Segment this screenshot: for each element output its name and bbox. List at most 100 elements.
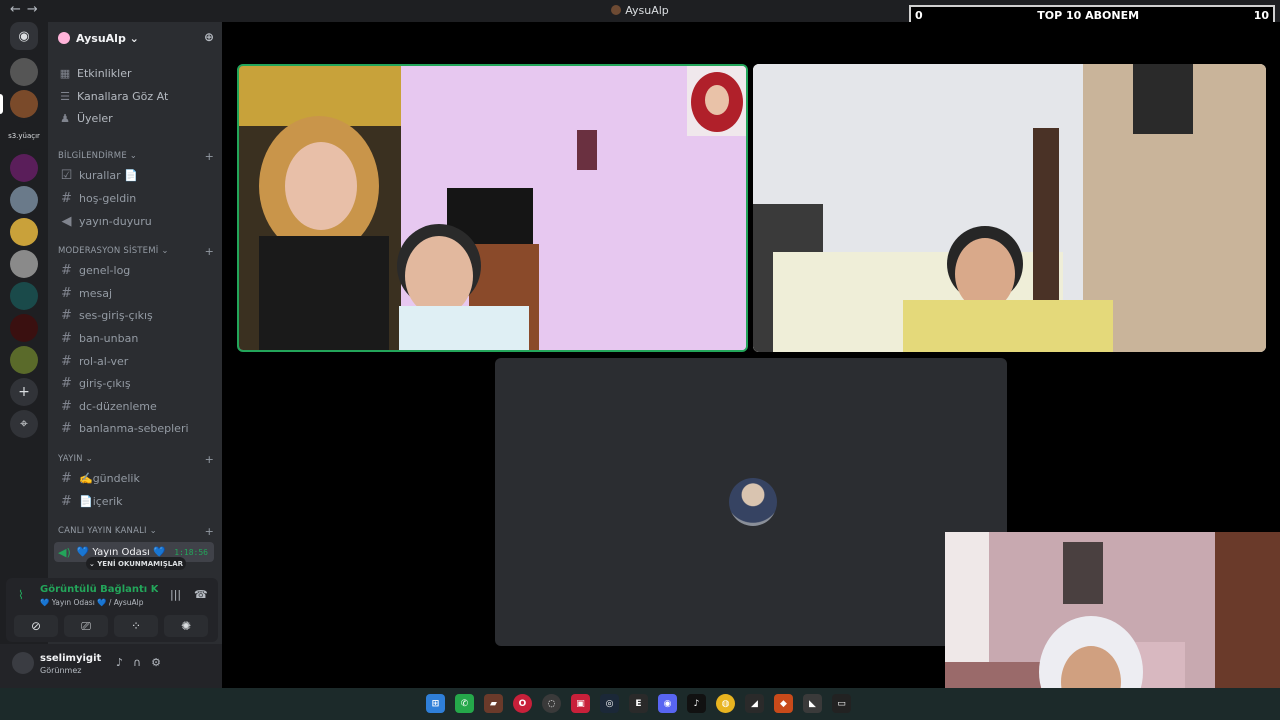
video-tile-avatar-only[interactable] xyxy=(495,358,1007,646)
counter-left-value: 0 xyxy=(915,8,923,22)
screen-share-icon: ⎚ xyxy=(81,618,91,633)
channel-icerik[interactable]: # 📄içerik xyxy=(56,491,214,511)
window-title: AysuAlp xyxy=(625,4,669,17)
disconnect-icon[interactable]: ☎ xyxy=(194,588,208,601)
start-icon[interactable]: ⊞ xyxy=(426,694,445,713)
channel-label: yayın-duyuru xyxy=(79,214,152,228)
steam-icon[interactable]: ◎ xyxy=(600,694,619,713)
channel-label: ban-unban xyxy=(79,331,139,345)
channel-label: banlanma-sebepleri xyxy=(79,421,189,435)
speaker-icon: ◀) xyxy=(58,545,71,559)
discord-icon[interactable]: ◉ xyxy=(658,694,677,713)
channel-label: mesaj xyxy=(79,286,113,300)
create-channel-icon[interactable]: + xyxy=(205,245,214,258)
discord-window: ←→ AysuAlp ▭?—☐✕ 0 TOP 10 ABONEM 10 ◉ s3… xyxy=(0,0,1280,720)
channel-mesaj[interactable]: # mesaj xyxy=(56,283,214,303)
soundboard-icon: ✺ xyxy=(180,619,192,633)
app-icon[interactable]: ▰ xyxy=(484,694,503,713)
new-unread-pill[interactable]: ⌄ YENİ OKUNMAMIŞLAR xyxy=(86,557,186,570)
voice-status[interactable]: Görüntülü Bağlantı Kuruldu xyxy=(40,584,158,595)
camera-off-button[interactable]: ⊘ xyxy=(14,615,58,637)
signal-icon[interactable]: ⌇ xyxy=(18,588,24,602)
channel-label: genel-log xyxy=(79,263,131,277)
server-avatar[interactable] xyxy=(10,282,38,310)
channel-label: kurallar 📄 xyxy=(79,168,138,182)
category-moderasyon[interactable]: MODERASYON SİSTEMİ ⌄ + xyxy=(58,244,214,258)
tiktok-icon[interactable]: ♪ xyxy=(687,694,706,713)
participant-avatar xyxy=(729,478,777,526)
nav-events[interactable]: ▦ Etkinlikler xyxy=(58,63,132,83)
app-icon[interactable]: ▣ xyxy=(571,694,590,713)
hash-icon: # xyxy=(61,470,72,486)
create-channel-icon[interactable]: + xyxy=(205,453,214,466)
add-server-icon[interactable]: + xyxy=(10,378,38,406)
invite-people-icon[interactable]: ⊕ xyxy=(204,30,214,44)
server-avatar[interactable] xyxy=(10,58,38,86)
user-status: Görünmez xyxy=(40,666,82,675)
hash-icon: # xyxy=(61,285,72,301)
nav-events-label: Etkinlikler xyxy=(77,66,132,80)
channel-label: ✍️gündelik xyxy=(79,471,140,485)
username[interactable]: sselimyigit xyxy=(40,653,101,664)
video-frame xyxy=(753,64,1266,352)
headphones-icon[interactable]: ∩ xyxy=(133,656,151,669)
voice-location[interactable]: 💙 Yayın Odası 💙 / AysuAlp xyxy=(40,598,144,607)
server-avatar[interactable] xyxy=(10,90,38,118)
server-avatar[interactable] xyxy=(10,218,38,246)
noise-suppression-icon[interactable]: ||| xyxy=(170,588,181,601)
hash-icon: # xyxy=(61,262,72,278)
server-avatar[interactable] xyxy=(10,154,38,182)
server-avatar[interactable] xyxy=(10,186,38,214)
activities-button[interactable]: ⁘ xyxy=(114,615,158,637)
video-tile-participant[interactable] xyxy=(753,64,1266,352)
channel-hos-geldin[interactable]: # hoş-geldin xyxy=(56,188,214,208)
avatar[interactable] xyxy=(12,652,34,674)
create-channel-icon[interactable]: + xyxy=(205,150,214,163)
screen-share-button[interactable]: ⎚ xyxy=(64,615,108,637)
hash-icon: # xyxy=(61,420,72,436)
epic-games-icon[interactable]: E xyxy=(629,694,648,713)
channel-gundelik[interactable]: # ✍️gündelik xyxy=(56,468,214,488)
server-avatar[interactable] xyxy=(10,250,38,278)
shield-icon[interactable]: ◆ xyxy=(774,694,793,713)
channel-banlanma-sebepleri[interactable]: # banlanma-sebepleri xyxy=(56,418,214,438)
counter-label: TOP 10 ABONEM xyxy=(1037,8,1140,22)
channel-giris-cikis[interactable]: # giriş-çıkış xyxy=(56,373,214,393)
category-canli-yayin[interactable]: CANLI YAYIN KANALI ⌄ + xyxy=(58,524,214,538)
channel-genel-log[interactable]: # genel-log xyxy=(56,260,214,280)
nav-members[interactable]: ♟ Üyeler xyxy=(58,108,113,128)
video-tile-speaking[interactable] xyxy=(237,64,748,352)
chrome-icon[interactable]: ◍ xyxy=(716,694,735,713)
nav-browse-channels[interactable]: ☰ Kanallara Göz At xyxy=(58,86,168,106)
channel-rol-al-ver[interactable]: # rol-al-ver xyxy=(56,351,214,371)
whatsapp-icon[interactable]: ✆ xyxy=(455,694,474,713)
app-icon[interactable]: ◣ xyxy=(803,694,822,713)
channel-dc-duzenleme[interactable]: # dc-düzenleme xyxy=(56,396,214,416)
app-icon[interactable]: ◌ xyxy=(542,694,561,713)
hash-icon: # xyxy=(61,375,72,391)
server-text-avatar[interactable]: s3.yüaçır xyxy=(8,122,40,150)
channel-yayin-duyuru[interactable]: ◀ yayın-duyuru xyxy=(56,211,214,231)
selected-server-pill xyxy=(0,94,3,114)
create-channel-icon[interactable]: + xyxy=(205,525,214,538)
server-header[interactable]: AysuAlp ⌄ ⊕ xyxy=(48,22,222,54)
voice-timer: 1:18:56 xyxy=(174,547,208,557)
gear-icon[interactable]: ⚙ xyxy=(151,656,171,669)
channel-ban-unban[interactable]: # ban-unban xyxy=(56,328,214,348)
category-title: CANLI YAYIN KANALI ⌄ xyxy=(58,526,157,536)
soundboard-button[interactable]: ✺ xyxy=(164,615,208,637)
terminal-icon[interactable]: ▭ xyxy=(832,694,851,713)
category-yayin[interactable]: YAYIN ⌄ + xyxy=(58,452,214,466)
channel-ses-giris-cikis[interactable]: # ses-giriş-çıkış xyxy=(56,305,214,325)
hash-icon: # xyxy=(61,398,72,414)
channel-kurallar[interactable]: ☑ kurallar 📄 xyxy=(56,165,214,185)
explore-servers-icon[interactable]: ⌖ xyxy=(10,410,38,438)
opera-icon[interactable]: O xyxy=(513,694,532,713)
discord-home-icon[interactable]: ◉ xyxy=(10,22,38,50)
server-avatar[interactable] xyxy=(10,314,38,342)
app-icon[interactable]: ◢ xyxy=(745,694,764,713)
category-bilgilendirme[interactable]: BİLGİLENDİRME ⌄ + xyxy=(58,149,214,163)
camera-off-icon: ⊘ xyxy=(30,619,42,633)
microphone-icon[interactable]: ♪ xyxy=(116,656,133,669)
server-avatar[interactable] xyxy=(10,346,38,374)
